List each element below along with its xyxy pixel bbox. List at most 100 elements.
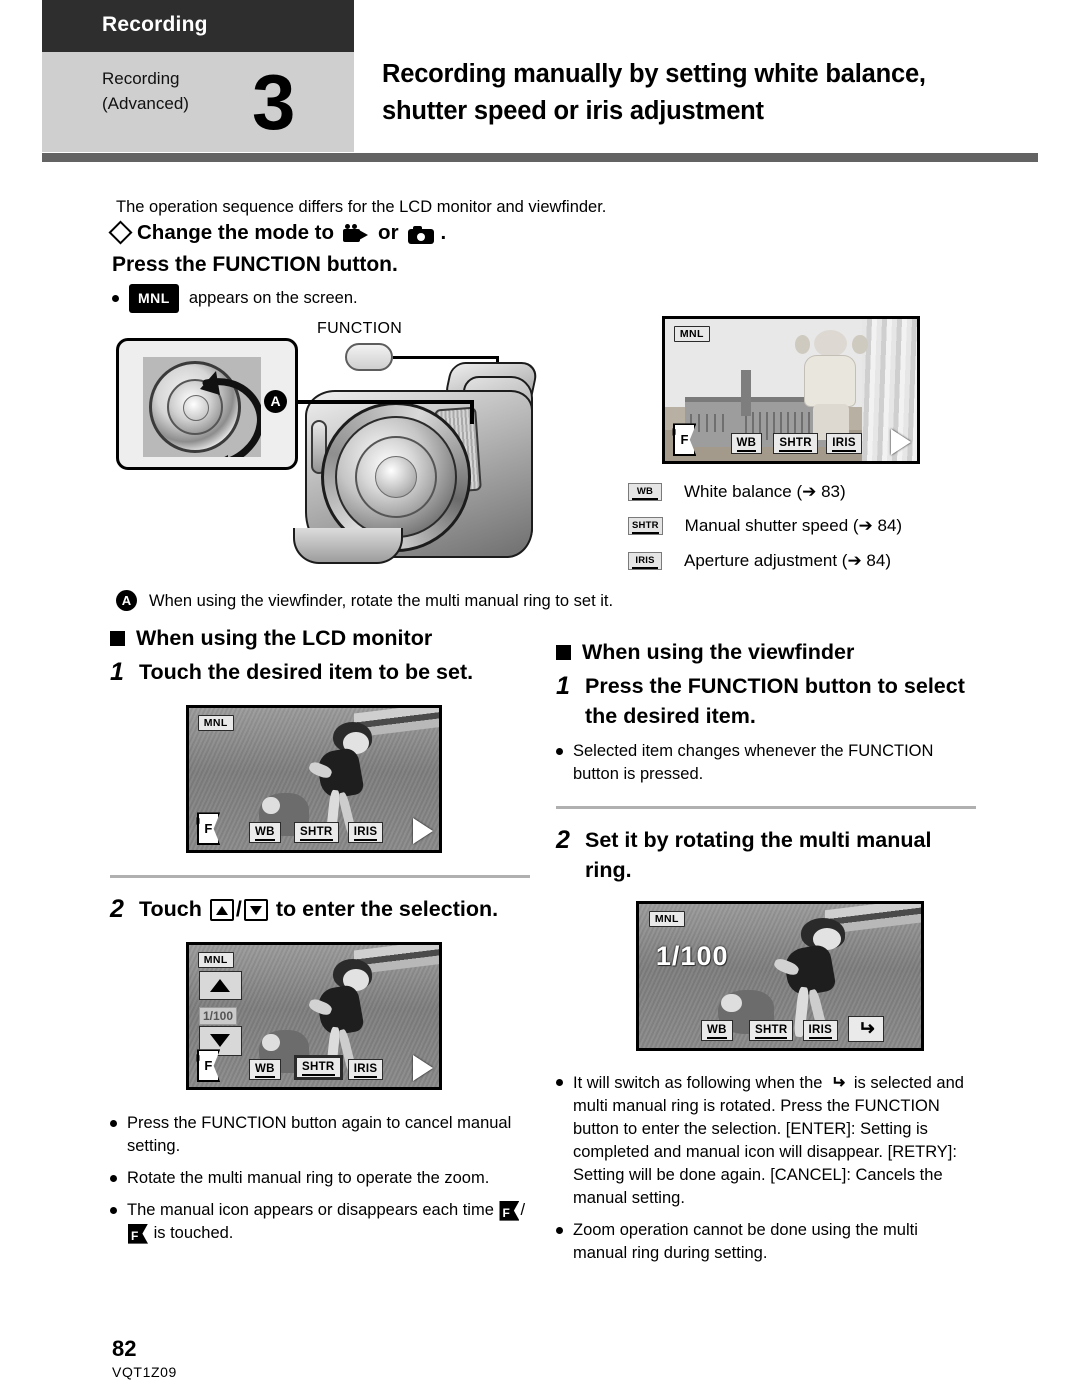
chapter-number: 3 bbox=[252, 58, 296, 146]
shtr-button[interactable]: SHTR bbox=[294, 822, 339, 843]
legend-row-shtr: SHTR Manual shutter speed (➔ 84) bbox=[628, 516, 902, 536]
lcd-preview-indoor: MNL F WB SHTR IRIS bbox=[662, 316, 920, 464]
callout-a-leader bbox=[298, 400, 474, 404]
shtr-button[interactable]: SHTR bbox=[773, 433, 818, 454]
mnl-indicator: MNL bbox=[673, 326, 710, 343]
left-notes: Press the FUNCTION button again to cance… bbox=[110, 1112, 530, 1245]
mnl-indicator: MNL bbox=[197, 952, 234, 969]
left-note-3-text: The manual icon appears or disappears ea… bbox=[127, 1199, 530, 1245]
shtr-button-selected[interactable]: SHTR bbox=[294, 1055, 343, 1080]
lcd-step-1: 1 Touch the desired item to be set. bbox=[110, 657, 530, 687]
wb-button[interactable]: WB bbox=[249, 822, 281, 843]
viewfinder-step-1: 1 Press the FUNCTION button to select th… bbox=[556, 671, 976, 731]
iris-button[interactable]: IRIS bbox=[347, 1059, 384, 1080]
page-title: Recording manually by setting white bala… bbox=[382, 60, 926, 125]
bullet-dot-icon bbox=[112, 295, 119, 302]
wb-button[interactable]: WB bbox=[249, 1059, 281, 1080]
ring-rotation-photo bbox=[143, 357, 261, 457]
iris-button[interactable]: IRIS bbox=[347, 822, 384, 843]
next-arrow-icon[interactable] bbox=[412, 1055, 433, 1082]
change-mode-line: Change the mode to or . bbox=[108, 220, 446, 245]
lcd-step-2-text: Touch / to enter the selection. bbox=[139, 894, 498, 924]
bullet-dot-icon bbox=[556, 748, 563, 755]
crib-panel bbox=[689, 413, 731, 432]
right-note-1-after: is selected and multi manual ring is rot… bbox=[573, 1074, 964, 1207]
section-tab-label: Recording bbox=[102, 13, 208, 36]
screen-girl bbox=[304, 722, 379, 840]
shutter-value-display: 1/100 bbox=[655, 941, 729, 972]
up-arrow-icon[interactable] bbox=[209, 899, 234, 922]
child-head bbox=[814, 330, 848, 358]
viewfinder-step-1-number: 1 bbox=[556, 672, 570, 700]
camcorder-body-figure bbox=[287, 362, 540, 592]
chapter-name: Recording (Advanced) bbox=[102, 66, 189, 116]
lcd-section-heading-label: When using the LCD monitor bbox=[136, 626, 433, 650]
bullet-dot-icon bbox=[556, 1227, 563, 1234]
iris-button[interactable]: IRIS bbox=[826, 433, 862, 454]
return-arrow-icon[interactable]: ↵ bbox=[847, 1015, 885, 1042]
next-arrow-icon[interactable] bbox=[412, 818, 433, 845]
rotation-arrow-icon bbox=[200, 371, 261, 457]
wb-icon: WB bbox=[628, 483, 662, 501]
viewfinder-screen: MNL 1/100 WB SHTR IRIS ↵ bbox=[636, 901, 924, 1051]
document-code: VQT1Z09 bbox=[112, 1364, 177, 1380]
child-pigtail-right bbox=[852, 334, 868, 355]
mnl-indicator: MNL bbox=[197, 715, 234, 732]
right-note-2-text: Zoom operation cannot be done using the … bbox=[573, 1221, 918, 1262]
intro-lead: The operation sequence differs for the L… bbox=[116, 198, 607, 216]
shtr-button[interactable]: SHTR bbox=[748, 1020, 794, 1041]
left-note-3-sep: / bbox=[520, 1201, 526, 1219]
bullet-dot-icon bbox=[110, 1207, 117, 1214]
viewfinder-section-heading-label: When using the viewfinder bbox=[582, 640, 855, 664]
left-note-3-lead: The manual icon appears or disappears ea… bbox=[127, 1201, 494, 1219]
square-bullet-icon bbox=[110, 631, 125, 646]
mode-or-label: or bbox=[378, 221, 399, 244]
bullet-dot-icon bbox=[110, 1175, 117, 1182]
manual-page: Recording Recording (Advanced) 3 Recordi… bbox=[0, 0, 1080, 1397]
indoor-child bbox=[794, 330, 868, 441]
viewfinder-step-1-note: Selected item changes whenever the FUNCT… bbox=[556, 740, 976, 786]
mnl-indicator: MNL bbox=[648, 911, 685, 928]
lcd-screen-step1: MNL F WB SHTR IRIS bbox=[186, 705, 442, 853]
down-arrow-icon[interactable] bbox=[243, 899, 268, 922]
square-bullet-icon bbox=[556, 645, 571, 660]
callout-a-bullet-icon: A bbox=[116, 590, 137, 611]
left-note-3: The manual icon appears or disappears ea… bbox=[110, 1199, 530, 1245]
up-arrow-button[interactable] bbox=[199, 970, 242, 1001]
right-notes: It will switch as following when the ↵ i… bbox=[556, 1071, 976, 1265]
legend-label-iris: Aperture adjustment (➔ 84) bbox=[684, 551, 892, 570]
wb-button[interactable]: WB bbox=[730, 433, 763, 454]
lcd-step-2-number: 2 bbox=[110, 895, 124, 923]
left-note-2-text: Rotate the multi manual ring to operate … bbox=[127, 1169, 490, 1187]
lcd-step-1-number: 1 bbox=[110, 658, 124, 686]
iris-icon: IRIS bbox=[628, 552, 662, 570]
legend-row-wb: WB White balance (➔ 83) bbox=[628, 482, 846, 502]
next-arrow-icon[interactable] bbox=[890, 429, 911, 456]
child-pigtail-left bbox=[794, 334, 811, 355]
hand-strap-figure bbox=[293, 528, 403, 564]
lens-center-figure bbox=[375, 456, 417, 498]
screen-girl bbox=[769, 918, 854, 1037]
legend-label-wb: White balance (➔ 83) bbox=[684, 482, 846, 501]
left-note-1: Press the FUNCTION button again to cance… bbox=[110, 1112, 530, 1158]
mnl-note-label: appears on the screen. bbox=[188, 289, 358, 307]
chapter-line-1: Recording bbox=[102, 69, 180, 88]
child-dress bbox=[803, 355, 857, 407]
manual-icon-on: F bbox=[128, 1223, 148, 1244]
left-divider bbox=[110, 875, 530, 878]
photo-mode-icon bbox=[407, 225, 434, 244]
function-button-label: FUNCTION bbox=[317, 320, 403, 337]
wb-button[interactable]: WB bbox=[701, 1020, 733, 1041]
chapter-block: Recording (Advanced) 3 bbox=[42, 52, 354, 152]
right-note-1-before: It will switch as following when the bbox=[573, 1074, 823, 1092]
lcd-section-heading: When using the LCD monitor bbox=[110, 626, 530, 651]
right-divider bbox=[556, 806, 976, 809]
left-note-1-text: Press the FUNCTION button again to cance… bbox=[127, 1114, 512, 1155]
left-note-2: Rotate the multi manual ring to operate … bbox=[110, 1167, 530, 1190]
iris-button[interactable]: IRIS bbox=[802, 1020, 839, 1041]
press-function-heading: Press the FUNCTION button. bbox=[112, 253, 398, 276]
callout-a-leader-vertical bbox=[470, 400, 474, 424]
right-note-1-text: It will switch as following when the ↵ i… bbox=[573, 1071, 976, 1210]
mnl-note-row: MNL appears on the screen. bbox=[112, 284, 358, 313]
lcd-step-2-text-after: to enter the selection. bbox=[275, 897, 499, 921]
